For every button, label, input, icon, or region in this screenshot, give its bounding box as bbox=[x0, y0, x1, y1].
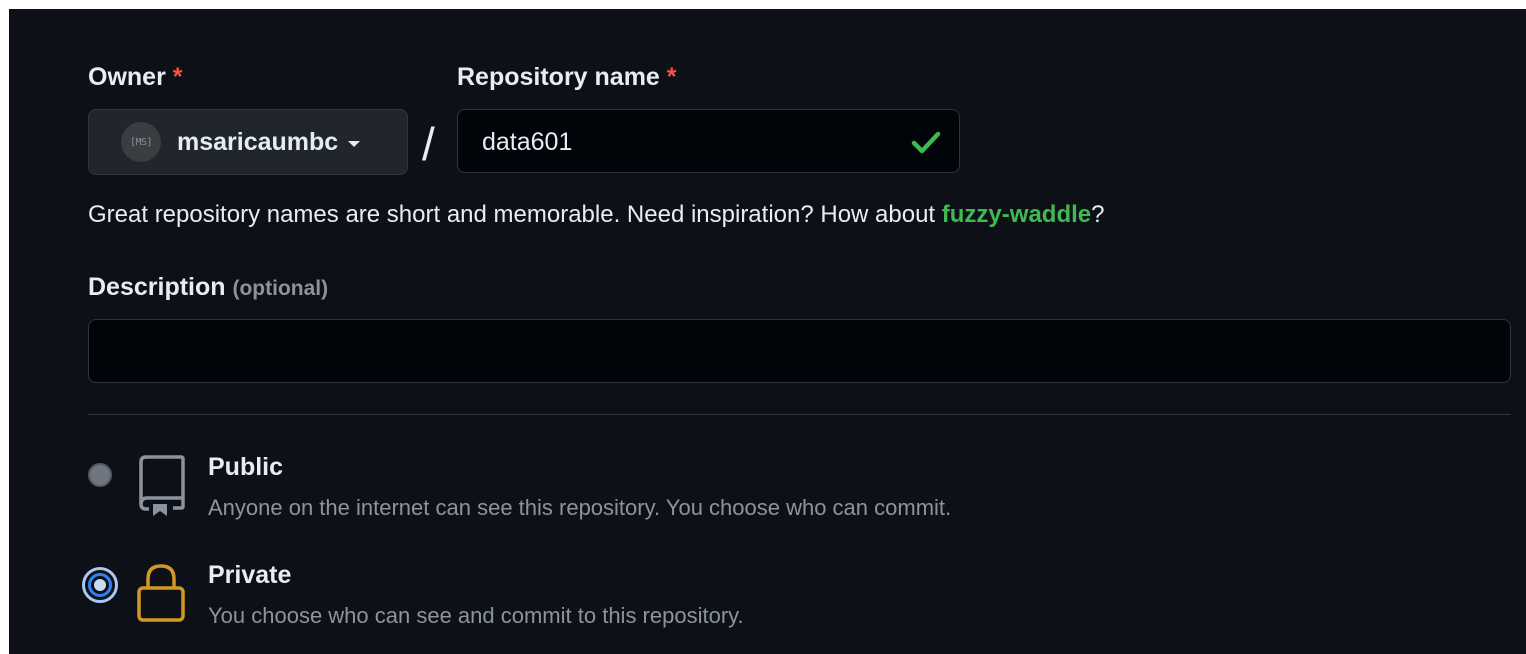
option-title-private: Private bbox=[208, 561, 292, 589]
option-desc-private: You choose who can see and commit to thi… bbox=[208, 603, 744, 628]
optional-tag: (optional) bbox=[232, 277, 329, 300]
required-mark: * bbox=[172, 63, 183, 91]
owner-name: msaricaumbc bbox=[177, 127, 339, 156]
repo-name-label: Repository name * bbox=[457, 63, 677, 92]
hint-text: Great repository names are short and mem… bbox=[88, 201, 942, 228]
repo-name-hint: Great repository names are short and mem… bbox=[88, 201, 1104, 229]
repo-book-icon bbox=[139, 455, 185, 516]
description-input[interactable] bbox=[88, 319, 1511, 383]
caret-down-icon bbox=[348, 140, 361, 147]
owner-label: Owner * bbox=[88, 63, 182, 92]
hint-suffix: ? bbox=[1091, 201, 1105, 228]
owner-repo-separator: / bbox=[422, 118, 435, 170]
avatar: [MS] bbox=[121, 122, 161, 162]
divider bbox=[88, 414, 1511, 415]
repo-name-label-text: Repository name bbox=[457, 63, 660, 91]
check-icon bbox=[911, 131, 941, 154]
option-title-public: Public bbox=[208, 453, 284, 481]
visibility-radio-private[interactable] bbox=[82, 567, 118, 603]
option-desc-public: Anyone on the internet can see this repo… bbox=[208, 495, 952, 520]
visibility-radio-public[interactable] bbox=[88, 463, 112, 487]
create-repo-form: Owner * [MS] msaricaumbc / Repository na… bbox=[9, 9, 1526, 654]
description-label: Description (optional) bbox=[88, 273, 328, 302]
radio-inner bbox=[88, 573, 112, 597]
repo-name-input[interactable] bbox=[482, 126, 882, 158]
owner-select-button[interactable]: [MS] msaricaumbc bbox=[88, 109, 408, 175]
description-label-text: Description bbox=[88, 273, 226, 301]
name-suggestion-link[interactable]: fuzzy-waddle bbox=[942, 201, 1091, 228]
radio-dot bbox=[94, 579, 106, 591]
required-mark: * bbox=[666, 63, 677, 91]
repo-name-field bbox=[457, 109, 960, 173]
lock-icon bbox=[137, 564, 185, 622]
owner-label-text: Owner bbox=[88, 63, 166, 91]
